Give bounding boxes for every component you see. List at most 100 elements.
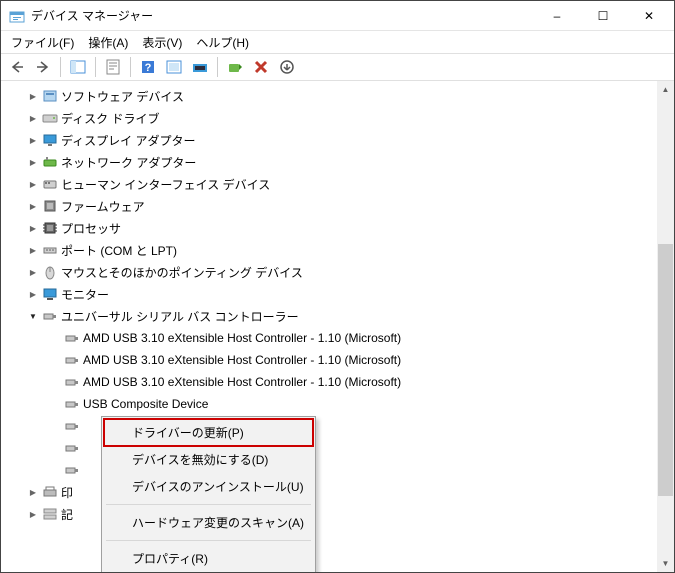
tree-label: AMD USB 3.10 eXtensible Host Controller … [81, 331, 401, 345]
menu-help[interactable]: ヘルプ(H) [190, 32, 255, 53]
tree-row[interactable]: ▶ マウスとそのほかのポインティング デバイス [3, 261, 672, 283]
tree-row[interactable]: ▶ モニター [3, 283, 672, 305]
expand-icon[interactable]: ▶ [25, 114, 41, 123]
tree-label: 記 [59, 506, 73, 523]
help-button[interactable]: ? [136, 55, 160, 79]
toolbar-separator [217, 57, 218, 77]
expand-icon[interactable]: ▶ [25, 136, 41, 145]
titlebar: デバイス マネージャー – ☐ ✕ [1, 1, 674, 31]
vertical-scrollbar[interactable]: ▲ ▼ [657, 81, 674, 572]
tree-label: ソフトウェア デバイス [59, 88, 184, 105]
tree-row[interactable]: AMD USB 3.10 eXtensible Host Controller … [3, 371, 672, 393]
update-driver-button[interactable] [188, 55, 212, 79]
back-button[interactable] [5, 55, 29, 79]
tree-row[interactable]: ▶ディスク ドライブ [3, 107, 672, 129]
window-title: デバイス マネージャー [31, 7, 534, 24]
expand-icon[interactable]: ▶ [25, 290, 41, 299]
expand-icon[interactable]: ▼ [25, 312, 41, 321]
port-icon [41, 242, 59, 258]
usb-dev-icon [63, 462, 81, 478]
tree-label: マウスとそのほかのポインティング デバイス [59, 264, 303, 281]
tree-row[interactable]: ▶ プロセッサ [3, 217, 672, 239]
ctx-disable-device[interactable]: デバイスを無効にする(D) [104, 446, 313, 473]
usb-dev-icon [63, 418, 81, 434]
tree-row[interactable]: ▶ ポート (COM と LPT) [3, 239, 672, 261]
display-icon [41, 132, 59, 148]
tree-row[interactable]: USB Composite Device [3, 393, 672, 415]
expand-icon[interactable]: ▶ [25, 224, 41, 233]
svg-text:?: ? [145, 62, 152, 74]
tree-label: 印 [59, 484, 73, 501]
disk-icon [41, 110, 59, 126]
mouse-icon [41, 264, 59, 280]
expand-icon[interactable]: ▶ [25, 488, 41, 497]
ctx-properties[interactable]: プロパティ(R) [104, 545, 313, 572]
expand-icon[interactable]: ▶ [25, 180, 41, 189]
tree-row[interactable]: ▶ ファームウェア [3, 195, 672, 217]
expand-icon[interactable]: ▶ [25, 246, 41, 255]
tree-label: ファームウェア [59, 198, 145, 215]
toolbar-separator [130, 57, 131, 77]
properties-button[interactable] [101, 55, 125, 79]
usb-dev-icon [63, 396, 81, 412]
tree-label: AMD USB 3.10 eXtensible Host Controller … [81, 353, 401, 367]
usb-dev-icon [63, 440, 81, 456]
tree-row[interactable]: ▶ ディスプレイ アダプター [3, 129, 672, 151]
tree-row[interactable]: ▼ ユニバーサル シリアル バス コントローラー [3, 305, 672, 327]
tree-label: プロセッサ [59, 220, 121, 237]
tree-row[interactable]: AMD USB 3.10 eXtensible Host Controller … [3, 327, 672, 349]
software-icon [41, 88, 59, 104]
tree-label: ユニバーサル シリアル バス コントローラー [59, 308, 299, 325]
scroll-thumb[interactable] [658, 244, 673, 495]
tree-row[interactable]: ▶ ソフトウェア デバイス [3, 85, 672, 107]
minimize-button[interactable]: – [534, 1, 580, 31]
menu-view[interactable]: 表示(V) [136, 32, 188, 53]
toolbar-separator [60, 57, 61, 77]
enable-device-button[interactable] [223, 55, 247, 79]
scan-hardware-button[interactable] [162, 55, 186, 79]
ctx-scan-hardware[interactable]: ハードウェア変更のスキャン(A) [104, 509, 313, 536]
disable-device-button[interactable] [275, 55, 299, 79]
toolbar: ? [1, 53, 674, 81]
uninstall-device-button[interactable] [249, 55, 273, 79]
hid-icon [41, 176, 59, 192]
close-button[interactable]: ✕ [626, 1, 672, 31]
tree-row[interactable]: AMD USB 3.10 eXtensible Host Controller … [3, 349, 672, 371]
menu-action[interactable]: 操作(A) [82, 32, 134, 53]
content-area: ▶ソフトウェア デバイス▶ディスク ドライブ▶ディスプレイ アダプター▶ネットワ… [1, 81, 674, 572]
app-icon [9, 8, 25, 24]
monitor-icon [41, 286, 59, 302]
network-icon [41, 154, 59, 170]
ctx-uninstall-device[interactable]: デバイスのアンインストール(U) [104, 473, 313, 500]
scroll-down-icon[interactable]: ▼ [657, 555, 674, 572]
tree-label: ネットワーク アダプター [59, 154, 196, 171]
menu-file[interactable]: ファイル(F) [5, 32, 80, 53]
tree-row[interactable]: ▶ ネットワーク アダプター [3, 151, 672, 173]
firmware-icon [41, 198, 59, 214]
expand-icon[interactable]: ▶ [25, 92, 41, 101]
scroll-track[interactable] [657, 98, 674, 555]
context-menu: ドライバーの更新(P) デバイスを無効にする(D) デバイスのアンインストール(… [101, 416, 316, 572]
tree-label: ヒューマン インターフェイス デバイス [59, 176, 270, 193]
expand-icon[interactable]: ▶ [25, 202, 41, 211]
expand-icon[interactable]: ▶ [25, 158, 41, 167]
tree-row[interactable]: ▶ ヒューマン インターフェイス デバイス [3, 173, 672, 195]
show-hide-tree-button[interactable] [66, 55, 90, 79]
forward-button[interactable] [31, 55, 55, 79]
tree-label: ポート (COM と LPT) [59, 242, 177, 259]
tree-label: USB Composite Device [81, 397, 208, 411]
tree-label: モニター [59, 286, 109, 303]
tree-label: AMD USB 3.10 eXtensible Host Controller … [81, 375, 401, 389]
ctx-separator [106, 540, 311, 541]
tree-label: ディスプレイ アダプター [59, 132, 196, 149]
usb-icon [41, 308, 59, 324]
storage-icon [41, 506, 59, 522]
usb-dev-icon [63, 374, 81, 390]
scroll-up-icon[interactable]: ▲ [657, 81, 674, 98]
maximize-button[interactable]: ☐ [580, 1, 626, 31]
usb-dev-icon [63, 330, 81, 346]
usb-dev-icon [63, 352, 81, 368]
ctx-update-driver[interactable]: ドライバーの更新(P) [104, 419, 313, 446]
expand-icon[interactable]: ▶ [25, 510, 41, 519]
expand-icon[interactable]: ▶ [25, 268, 41, 277]
